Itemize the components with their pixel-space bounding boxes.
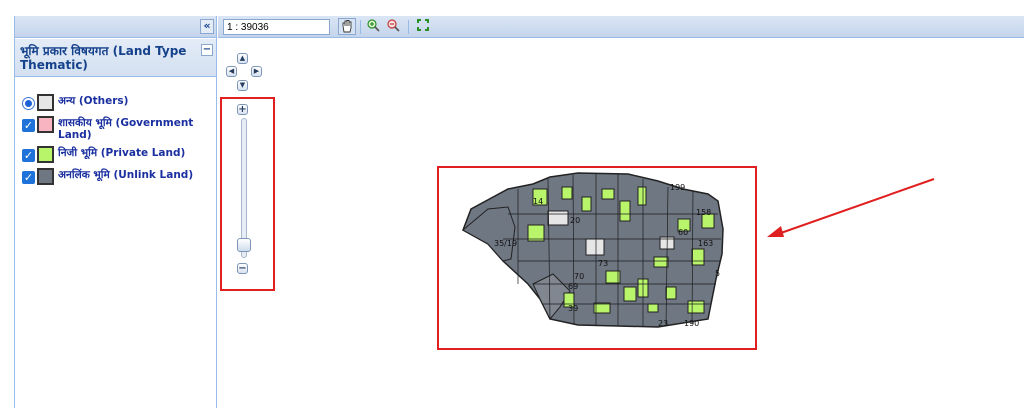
map-toolbar (218, 16, 1024, 38)
pan-left-button[interactable]: ◀ (226, 66, 237, 77)
legend-swatch-unlink (37, 168, 54, 185)
collapse-sidebar-button[interactable]: « (200, 19, 214, 34)
legend-label: शासकीय भूमि (Government Land) (58, 117, 194, 141)
layer-checkbox[interactable]: ✓ (22, 171, 35, 184)
layer-panel-title: भूमि प्रकार विषयगत (Land Type Thematic) (20, 44, 187, 72)
full-extent-icon (417, 19, 429, 31)
legend-list: अन्य (Others) ✓ शासकीय भूमि (Government … (19, 94, 215, 190)
layer-panel-header: भूमि प्रकार विषयगत (Land Type Thematic) … (15, 39, 216, 77)
layer-radio[interactable] (22, 97, 35, 110)
legend-label: अन्य (Others) (58, 95, 129, 107)
layer-sidebar: « भूमि प्रकार विषयगत (Land Type Thematic… (14, 16, 217, 408)
toolbar-separator (360, 20, 361, 34)
hand-icon[interactable] (338, 18, 356, 35)
zoom-out-icon[interactable] (384, 18, 402, 35)
legend-item-others[interactable]: अन्य (Others) (19, 94, 215, 112)
layer-checkbox[interactable]: ✓ (22, 149, 35, 162)
pan-right-button[interactable]: ▶ (251, 66, 262, 77)
pan-up-button[interactable]: ▲ (237, 53, 248, 64)
minimize-panel-button[interactable]: − (201, 44, 213, 56)
legend-item-private[interactable]: ✓ निजी भूमि (Private Land) (19, 146, 215, 164)
hand-icon (342, 20, 352, 33)
toolbar-separator (408, 20, 409, 34)
legend-label: अनलिंक भूमि (Unlink Land) (58, 169, 194, 181)
map-parcel-highlight (437, 166, 757, 350)
zoom-out-icon (387, 19, 400, 32)
legend-label: निजी भूमि (Private Land) (58, 147, 186, 159)
legend-item-unlink[interactable]: ✓ अनलिंक भूमि (Unlink Land) (19, 168, 215, 186)
layer-checkbox[interactable]: ✓ (22, 119, 35, 132)
zoom-in-icon (367, 19, 380, 32)
annotation-arrow (777, 178, 935, 235)
top-strip (0, 0, 1024, 16)
full-extent-icon[interactable] (414, 18, 432, 35)
legend-swatch-government (37, 116, 54, 133)
zoom-in-icon[interactable] (364, 18, 382, 35)
scale-input[interactable] (223, 19, 330, 35)
sidebar-toolbar: « (15, 16, 216, 38)
pan-down-button[interactable]: ▼ (237, 80, 248, 91)
zoom-controls-highlight (220, 97, 275, 291)
legend-swatch-private (37, 146, 54, 163)
annotation-arrow-head (767, 226, 784, 237)
legend-item-government[interactable]: ✓ शासकीय भूमि (Government Land) (19, 116, 215, 142)
legend-swatch-others (37, 94, 54, 111)
